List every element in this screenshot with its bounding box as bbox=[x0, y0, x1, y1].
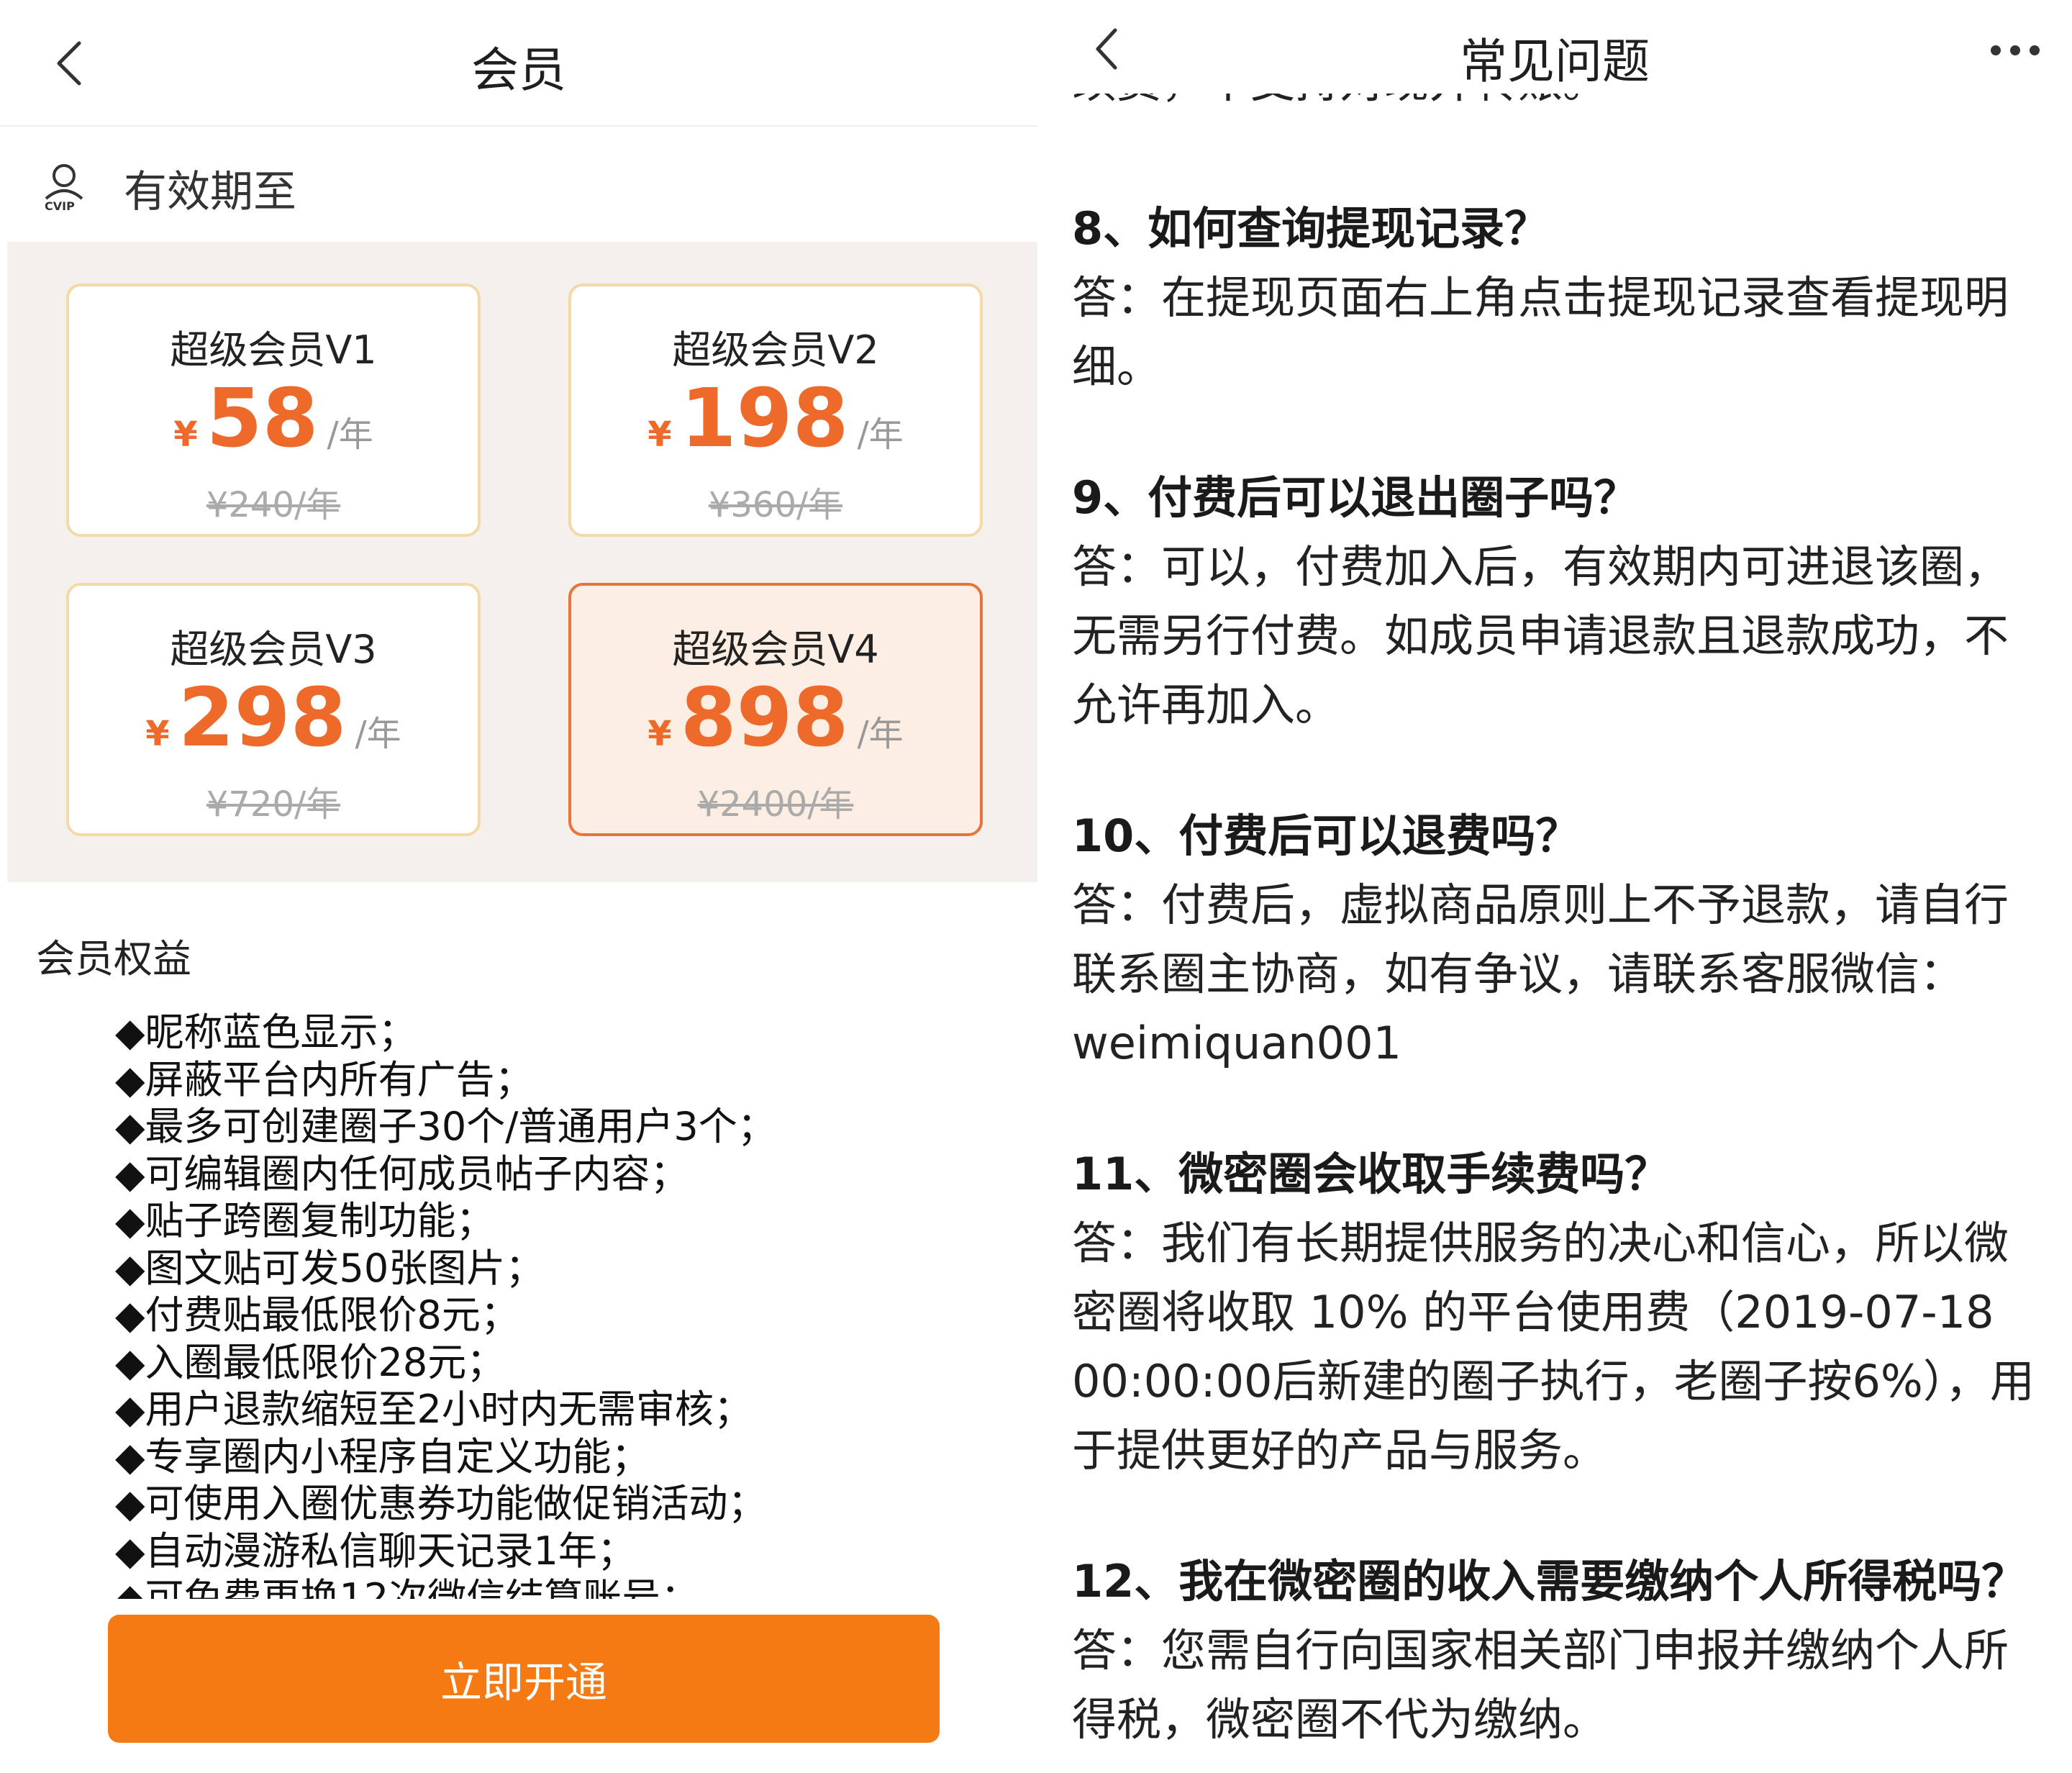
benefits-title: 会员权益 bbox=[36, 936, 191, 981]
faq-item: 8、如何查询提现记录？ 答：在提现页面右上角点击提现记录查看提现明细。 bbox=[1072, 194, 2050, 402]
plan-card-v2[interactable]: 超级会员V2 ¥ 198 /年 ¥360/年 bbox=[568, 284, 983, 537]
benefit-item: ◆可编辑圈内任何成员帖子内容； bbox=[115, 1151, 689, 1197]
expiry-row: CVIP 有效期至 bbox=[40, 155, 976, 220]
plan-name: 超级会员V2 bbox=[672, 327, 879, 373]
benefit-item: ◆可免费更换12次微信结算账号； bbox=[115, 1575, 700, 1599]
currency-symbol: ¥ bbox=[173, 414, 198, 455]
price-amount: 298 bbox=[178, 671, 347, 765]
faq-item: 12、我在微密圈的收入需要缴纳个人所得税吗？ 答：您需自行向国家相关部门申报并缴… bbox=[1072, 1547, 2050, 1754]
faq-panel: 常见问题 续费，不支持对现并转账。 8、如何查询提现记录？ 答：在提现页面右上角… bbox=[1037, 0, 2072, 1773]
original-price: ¥360/年 bbox=[708, 485, 843, 525]
faq-answer: 答：可以，付费加入后，有效期内可进退该圈，无需另行付费。如成员申请退款且退款成功… bbox=[1072, 540, 2009, 731]
faq-question: 12、我在微密圈的收入需要缴纳个人所得税吗？ bbox=[1072, 1555, 2027, 1608]
currency-symbol: ¥ bbox=[145, 714, 170, 754]
open-membership-button[interactable]: 立即开通 bbox=[108, 1615, 940, 1743]
plan-name: 超级会员V4 bbox=[672, 627, 879, 672]
benefit-item: ◆贴子跨圈复制功能； bbox=[115, 1198, 495, 1243]
vip-user-icon: CVIP bbox=[45, 164, 83, 213]
price-unit: /年 bbox=[857, 714, 904, 754]
benefits-list[interactable]: ◆昵称蓝色显示； ◆屏蔽平台内所有广告； ◆最多可创建圈子30个/普通用户3个；… bbox=[115, 1009, 1007, 1599]
price-unit: /年 bbox=[355, 714, 401, 754]
original-price: ¥2400/年 bbox=[697, 784, 854, 825]
currency-symbol: ¥ bbox=[648, 414, 672, 455]
page-title: 会员 bbox=[471, 42, 566, 98]
plan-price: ¥ 298 /年 bbox=[69, 678, 478, 758]
partial-answer-text: 续费，不支持对现并转账。 bbox=[1072, 92, 2050, 117]
benefit-item: ◆屏蔽平台内所有广告； bbox=[115, 1056, 534, 1102]
plan-price: ¥ 898 /年 bbox=[571, 678, 980, 758]
faq-item: 9、付费后可以退出圈子吗？ 答：可以，付费加入后，有效期内可进退该圈，无需另行付… bbox=[1072, 463, 2050, 740]
price-unit: /年 bbox=[857, 414, 904, 455]
faq-answer: 答：付费后，虚拟商品原则上不予退款，请自行联系圈主协商，如有争议，请联系客服微信… bbox=[1072, 879, 2009, 1069]
faq-list[interactable]: 8、如何查询提现记录？ 答：在提现页面右上角点击提现记录查看提现明细。 9、付费… bbox=[1072, 194, 2050, 1773]
faq-item: 11、微密圈会收取手续费吗？ 答：我们有长期提供服务的决心和信心，所以微密圈将收… bbox=[1072, 1140, 2050, 1485]
faq-question: 10、付费后可以退费吗？ bbox=[1072, 810, 1581, 862]
plan-name: 超级会员V1 bbox=[170, 327, 377, 373]
more-button[interactable] bbox=[1976, 29, 2055, 72]
benefit-item: ◆可使用入圈优惠券功能做促销活动； bbox=[115, 1481, 767, 1526]
membership-header: 会员 bbox=[0, 0, 1037, 127]
faq-item: 10、付费后可以退费吗？ 答：付费后，虚拟商品原则上不予退款，请自行联系圈主协商… bbox=[1072, 802, 2050, 1078]
benefit-item: ◆自动漫游私信聊天记录1年； bbox=[115, 1528, 636, 1574]
currency-symbol: ¥ bbox=[648, 714, 672, 754]
plan-price: ¥ 198 /年 bbox=[571, 378, 980, 459]
benefit-item: ◆入圈最低限价28元； bbox=[115, 1339, 506, 1385]
benefit-item: ◆专享圈内小程序自定义功能； bbox=[115, 1433, 650, 1479]
plan-card-v3[interactable]: 超级会员V3 ¥ 298 /年 ¥720/年 bbox=[66, 583, 481, 836]
faq-answer: 答：在提现页面右上角点击提现记录查看提现明细。 bbox=[1072, 271, 2009, 393]
faq-question: 9、付费后可以退出圈子吗？ bbox=[1072, 471, 1639, 524]
benefit-item: ◆用户退款缩短至2小时内无需审核； bbox=[115, 1387, 753, 1432]
plan-grid: 超级会员V1 ¥ 58 /年 ¥240/年 超级会员V2 ¥ 198 /年 ¥3… bbox=[7, 242, 1037, 882]
plan-price: ¥ 58 /年 bbox=[69, 378, 478, 459]
faq-question: 8、如何查询提现记录？ bbox=[1072, 202, 1550, 255]
more-dots-icon bbox=[1991, 45, 2040, 55]
price-amount: 198 bbox=[680, 372, 849, 466]
expiry-label: 有效期至 bbox=[124, 166, 296, 217]
svg-text:CVIP: CVIP bbox=[45, 199, 75, 213]
price-amount: 898 bbox=[680, 671, 849, 765]
faq-partial-line: 续费，不支持对现并转账。 bbox=[1072, 92, 2050, 128]
plan-card-v1[interactable]: 超级会员V1 ¥ 58 /年 ¥240/年 bbox=[66, 284, 481, 537]
plan-card-v4[interactable]: 超级会员V4 ¥ 898 /年 ¥2400/年 bbox=[568, 583, 983, 836]
faq-answer: 答：我们有长期提供服务的决心和信心，所以微密圈将收取 10% 的平台使用费（20… bbox=[1072, 1217, 2035, 1477]
faq-question: 11、微密圈会收取手续费吗？ bbox=[1072, 1148, 1670, 1200]
screenshot-stage: 会员 CVIP 有效期至 超级会员V1 ¥ 58 /年 ¥240/年 超级会员V… bbox=[0, 0, 2072, 1773]
price-unit: /年 bbox=[327, 414, 373, 455]
benefit-item: ◆图文贴可发50张图片； bbox=[115, 1245, 545, 1291]
plan-name: 超级会员V3 bbox=[170, 627, 377, 672]
benefit-item: ◆最多可创建圈子30个/普通用户3个； bbox=[115, 1104, 776, 1149]
benefit-item: ◆付费贴最低限价8元； bbox=[115, 1292, 519, 1338]
faq-answer: 答：您需自行向国家相关部门申报并缴纳个人所得税，微密圈不代为缴纳。 bbox=[1072, 1624, 2009, 1746]
price-amount: 58 bbox=[206, 372, 319, 466]
faq-header: 常见问题 bbox=[1037, 0, 2072, 94]
benefit-item: ◆昵称蓝色显示； bbox=[115, 1010, 417, 1055]
page-title: 常见问题 bbox=[1460, 34, 1650, 89]
original-price: ¥720/年 bbox=[206, 784, 341, 825]
membership-panel: 会员 CVIP 有效期至 超级会员V1 ¥ 58 /年 ¥240/年 超级会员V… bbox=[0, 0, 1037, 1773]
original-price: ¥240/年 bbox=[206, 485, 341, 525]
